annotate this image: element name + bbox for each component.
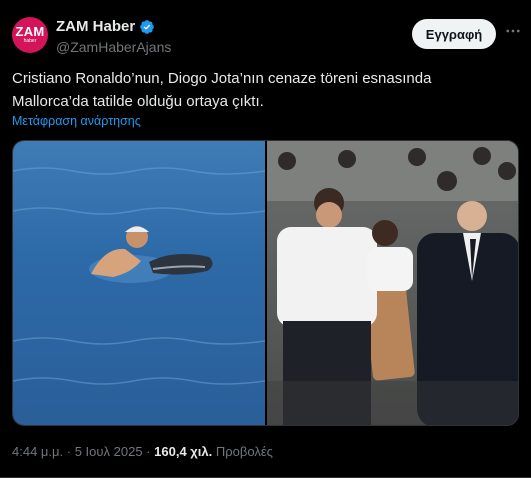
avatar-logo-text: ZAM: [15, 24, 45, 39]
avatar[interactable]: ZAM haber: [12, 17, 48, 53]
tweet-text-line-2: Mallorca’da tatilde olduğu ortaya çıktı.: [12, 93, 264, 110]
avatar-logo-subtext: haber: [23, 38, 37, 44]
tweet-text: Cristiano Ronaldo’nun, Diogo Jota’nın ce…: [12, 67, 517, 113]
views-label: Προβολές: [215, 444, 273, 459]
views-count: 160,4 χιλ.: [154, 444, 213, 459]
author-block: ZAM Haber @ZamHaberAjans: [56, 18, 171, 55]
meta-separator-2: ·: [146, 444, 151, 459]
media-grid: [12, 140, 519, 426]
tweet-text-line-1: Cristiano Ronaldo’nun, Diogo Jota’nın ce…: [12, 70, 432, 87]
translate-post-link[interactable]: Μετάφραση ανάρτησης: [12, 114, 141, 128]
photo-funeral-procession-icon[interactable]: [267, 141, 518, 425]
tweet-header: ZAM haber ZAM Haber @ZamHaberAjans Εγγρα…: [12, 16, 522, 56]
author-handle[interactable]: @ZamHaberAjans: [56, 39, 171, 55]
tweet-time[interactable]: 4:44 μ.μ.: [12, 444, 63, 459]
tweet-date[interactable]: 5 Ιουλ 2025: [75, 444, 143, 459]
author-name-row[interactable]: ZAM Haber: [56, 18, 155, 35]
photo-sea-swimmer-icon[interactable]: [13, 141, 265, 425]
author-display-name[interactable]: ZAM Haber: [56, 18, 135, 35]
meta-separator: ·: [66, 444, 72, 459]
tweet-meta: 4:44 μ.μ. · 5 Ιουλ 2025 · 160,4 χιλ. Προ…: [12, 444, 273, 459]
more-options-icon[interactable]: [504, 22, 522, 40]
verified-badge-icon[interactable]: [139, 19, 155, 35]
subscribe-button[interactable]: Εγγραφή: [412, 19, 496, 49]
